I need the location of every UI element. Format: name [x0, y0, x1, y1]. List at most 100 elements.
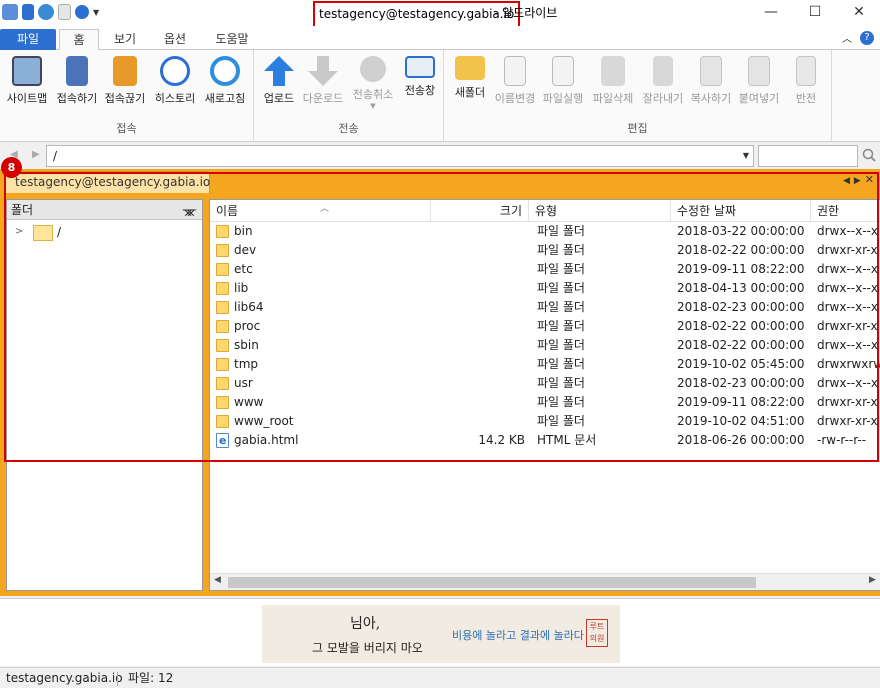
refresh-button[interactable]: 새로고침 — [202, 56, 248, 106]
folder-icon — [216, 415, 229, 428]
ad-line-1: 님아, — [350, 616, 381, 632]
table-row[interactable]: lib 파일 폴더 2018-04-13 00:00:00 drwx--x--x — [210, 279, 880, 298]
tab-close-icon[interactable]: ✕ — [865, 173, 878, 186]
cell-modified: 2018-04-13 00:00:00 — [677, 281, 805, 295]
horizontal-scrollbar[interactable]: ◀ ▶ — [210, 573, 880, 590]
expand-icon[interactable]: > — [15, 222, 23, 242]
sitemap-button[interactable]: 사이트맵 — [4, 56, 50, 106]
tab-file[interactable]: 파일 — [0, 29, 56, 51]
cell-name: lib — [216, 279, 430, 298]
tab-next-icon[interactable]: ▶ — [854, 176, 865, 186]
cell-name: dev — [216, 241, 430, 260]
scroll-right-icon[interactable]: ▶ — [869, 575, 876, 585]
minimize-button[interactable]: — — [748, 0, 794, 26]
rename-button[interactable]: 이름변경 — [492, 56, 538, 106]
cell-permissions: drwx--x--x — [817, 262, 878, 276]
sitemap-icon — [12, 56, 42, 86]
cell-permissions: -rw-r--r-- — [817, 433, 867, 447]
transfer-window-button[interactable]: 전송창 — [400, 56, 440, 98]
column-header-modified[interactable]: 수정한 날짜 — [671, 200, 811, 222]
status-host: testagency.gabia.io — [6, 671, 123, 685]
copy-button[interactable]: 복사하기 — [688, 56, 734, 106]
connect-icon[interactable] — [22, 4, 34, 20]
column-header-size[interactable]: 크기 — [431, 200, 529, 222]
maximize-button[interactable]: ☐ — [792, 0, 838, 26]
cell-name: usr — [216, 374, 430, 393]
invert-selection-button[interactable]: 반전 — [786, 56, 826, 106]
paste-button[interactable]: 붙여넣기 — [736, 56, 782, 106]
ad-banner[interactable]: 님아, 그 모발을 버리지 마오 비용에 놀라고 결과에 놀라다 루트의원 — [262, 605, 620, 663]
forward-icon[interactable]: ▶ — [32, 149, 40, 160]
tab-home[interactable]: 홈 — [59, 29, 99, 51]
close-button[interactable]: ✕ — [836, 0, 880, 26]
tree-item-root[interactable]: > / — [7, 222, 202, 242]
cell-permissions: drwx--x--x — [817, 281, 878, 295]
tab-prev-icon[interactable]: ◀ — [843, 176, 854, 186]
annotation-badge: 8 — [1, 157, 22, 178]
tree-item-label: / — [57, 225, 62, 239]
history-button[interactable]: 히스토리 — [152, 56, 198, 106]
cell-type: 파일 폴더 — [537, 281, 585, 295]
delete-file-button[interactable]: 파일삭제 — [590, 56, 636, 106]
status-file-count: 파일: 12 — [128, 671, 174, 685]
table-row[interactable]: lib64 파일 폴더 2018-02-23 00:00:00 drwx--x--x — [210, 298, 880, 317]
panes-area: 폴더 ᚘ > / 이름 ︿ 크기 유형 수정한 날짜 권한 bin 파일 폴더 20… — [0, 193, 880, 596]
cell-modified: 2018-02-22 00:00:00 — [677, 243, 805, 257]
tab-help[interactable]: 도움말 — [210, 29, 254, 51]
path-dropdown-icon[interactable]: ▼ — [743, 146, 749, 166]
download-button[interactable]: 다운로드 — [300, 56, 346, 106]
table-row[interactable]: sbin 파일 폴더 2018-02-22 00:00:00 drwx--x--x — [210, 336, 880, 355]
customize-dropdown-icon[interactable]: ▼ — [93, 8, 99, 17]
cancel-transfer-button[interactable]: 전송취소 ▼ — [350, 56, 396, 110]
table-row[interactable]: gabia.html 14.2 KB HTML 문서 2018-06-26 00:00… — [210, 431, 880, 450]
search-icon[interactable] — [862, 148, 876, 162]
table-row[interactable]: www 파일 폴더 2019-09-11 08:22:00 drwxr-xr-x — [210, 393, 880, 412]
search-input[interactable] — [758, 145, 858, 167]
column-header-type[interactable]: 유형 — [529, 200, 671, 222]
folder-icon — [216, 301, 229, 314]
cell-permissions: drwxrwxrw — [817, 357, 880, 371]
cell-type: 파일 폴더 — [537, 338, 585, 352]
new-folder-button[interactable]: 새폴더 — [452, 56, 488, 100]
scissors-icon — [653, 56, 673, 86]
folder-icon — [33, 225, 53, 241]
refresh-icon — [210, 56, 240, 86]
scroll-thumb[interactable] — [228, 577, 756, 588]
add-icon[interactable] — [75, 5, 89, 19]
connect-button[interactable]: 접속하기 — [54, 56, 100, 106]
run-file-button[interactable]: 파일실행 — [540, 56, 586, 106]
cell-permissions: drwxr-xr-x — [817, 414, 878, 428]
scroll-left-icon[interactable]: ◀ — [214, 575, 221, 585]
table-row[interactable]: tmp 파일 폴더 2019-10-02 05:45:00 drwxrwxrw — [210, 355, 880, 374]
collapse-ribbon-icon[interactable]: ︿ — [842, 30, 852, 45]
refresh-icon[interactable] — [38, 4, 54, 20]
help-icon[interactable]: ? — [860, 30, 874, 45]
title-app-name: - 알드라이브 — [494, 6, 558, 20]
folder-icon — [216, 263, 229, 276]
cell-modified: 2019-10-02 05:45:00 — [677, 357, 805, 371]
table-row[interactable]: www_root 파일 폴더 2019-10-02 04:51:00 drwxr-xr… — [210, 412, 880, 431]
path-field[interactable]: / ▼ — [46, 145, 754, 167]
pin-icon[interactable]: ᚘ — [183, 200, 196, 220]
disconnect-button[interactable]: 접속끊기 — [102, 56, 148, 106]
cell-modified: 2018-02-23 00:00:00 — [677, 376, 805, 390]
tab-options[interactable]: 옵션 — [158, 29, 192, 51]
cut-button[interactable]: 잘라내기 — [640, 56, 686, 106]
group-transfer: 업로드 다운로드 전송취소 ▼ 전송창 전송 — [254, 50, 444, 142]
app-logo-icon[interactable] — [2, 4, 18, 20]
tab-view[interactable]: 보기 — [108, 29, 142, 51]
server-tab[interactable]: testagency@testagency.gabia.io — [4, 171, 210, 193]
upload-button[interactable]: 업로드 — [260, 56, 298, 106]
table-row[interactable]: dev 파일 폴더 2018-02-22 00:00:00 drwxr-xr-x — [210, 241, 880, 260]
table-row[interactable]: usr 파일 폴더 2018-02-23 00:00:00 drwx--x--x — [210, 374, 880, 393]
column-header-permissions[interactable]: 권한 — [811, 200, 880, 222]
server-tab-strip: testagency@testagency.gabia.io ◀▶✕ — [0, 169, 880, 193]
table-row[interactable]: bin 파일 폴더 2018-03-22 00:00:00 drwx--x--x — [210, 222, 880, 241]
ribbon-body: 사이트맵 접속하기 접속끊기 히스토리 새로고침 접속 업로드 다운로드 전송취… — [0, 50, 880, 142]
cell-modified: 2019-09-11 08:22:00 — [677, 262, 805, 276]
sort-ascending-icon: ︿ — [320, 204, 330, 214]
column-header-name[interactable]: 이름 ︿ — [210, 200, 431, 222]
table-row[interactable]: etc 파일 폴더 2019-09-11 08:22:00 drwx--x--x — [210, 260, 880, 279]
document-icon[interactable] — [58, 4, 71, 20]
table-row[interactable]: proc 파일 폴더 2018-02-22 00:00:00 drwxr-xr-x — [210, 317, 880, 336]
